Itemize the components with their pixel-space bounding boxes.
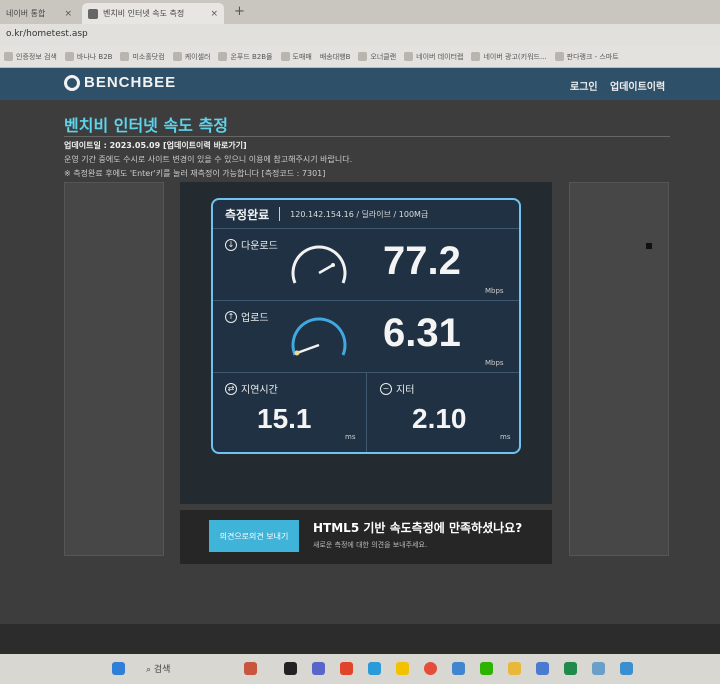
bookmark-item[interactable]: 네이버 광고(키워드... [471, 52, 547, 62]
app-icon[interactable] [620, 662, 633, 675]
feedback-section: 의견으로의견 보내기 HTML5 기반 속도측정에 만족하셨나요? 새로운 측정… [180, 510, 552, 564]
site-footer [0, 624, 720, 654]
bookmark-item[interactable]: 케이셀러 [172, 52, 210, 62]
benchbee-page: BENCHBEE 로그인 업데이트이력 벤치비 인터넷 속도 측정 업데이트일 … [0, 68, 720, 654]
download-value: 77.2 [383, 239, 461, 283]
right-ad-area [569, 182, 669, 556]
upload-gauge [291, 317, 347, 356]
tab-label: 네이버 통합 [6, 9, 46, 18]
tab-naver[interactable]: 네이버 통합 × [0, 3, 78, 24]
app-icon[interactable] [592, 662, 605, 675]
connection-info: 120.142.154.16 / 딜라이브 / 100M급 [290, 209, 429, 219]
kakaotalk-icon[interactable] [396, 662, 409, 675]
notes-icon[interactable] [536, 662, 549, 675]
windows-taskbar: ⌕ 검색 [0, 654, 720, 684]
naver-icon[interactable] [480, 662, 493, 675]
jitter-unit: ms [500, 433, 511, 441]
bookmark-icon [64, 52, 74, 61]
tip-text: ※ 측정완료 후에도 'Enter'키를 눌러 재측정이 가능합니다 [측정코드… [64, 169, 326, 178]
bookmark-icon [358, 52, 368, 61]
latency-label: ⇄ 지연시간 [225, 381, 278, 396]
new-tab-button[interactable]: + [234, 4, 245, 19]
bookmark-item[interactable]: 오너클랜 [358, 52, 396, 62]
bookmark-item[interactable]: 미소홀닷컴 [120, 52, 165, 62]
bookmark-item[interactable]: 바나나 B2B [64, 52, 112, 62]
result-header: 측정완료 120.142.154.16 / 딜라이브 / 100M급 [213, 200, 519, 228]
download-unit: Mbps [485, 287, 504, 295]
gauge-icon [64, 74, 80, 91]
upload-value: 6.31 [383, 311, 461, 355]
tab-label: 벤치비 인터넷 속도 측정 [103, 9, 185, 18]
upload-label: ↑ 업로드 [225, 309, 269, 324]
login-link[interactable]: 로그인 [570, 78, 598, 93]
wave-icon: ~ [380, 382, 392, 395]
jitter-label: ~ 지터 [380, 381, 414, 396]
bookmarks-bar: 인증정보 검색 바나나 B2B 미소홀닷컴 케이셀러 온푸드 B2B몰 도매매 … [0, 46, 720, 68]
bookmark-icon [172, 52, 182, 61]
swap-icon: ⇄ [225, 382, 237, 395]
update-date[interactable]: 업데이트일 : 2023.05.09 [업데이트이력 바로가기] [64, 140, 247, 151]
favicon-icon [88, 8, 98, 19]
upload-unit: Mbps [485, 359, 504, 367]
video-icon[interactable] [340, 662, 353, 675]
download-row: ↓ 다운로드 77.2 Mbps [213, 228, 519, 300]
latency-unit: ms [345, 433, 356, 441]
address-bar[interactable]: o.kr/hometest.asp [0, 24, 720, 46]
site-header: BENCHBEE 로그인 업데이트이력 [0, 68, 720, 100]
bookmark-icon [120, 52, 130, 61]
download-label: ↓ 다운로드 [225, 237, 278, 252]
chrome-icon[interactable] [424, 662, 437, 675]
ad-marker [646, 243, 652, 249]
latency-jitter-row: ⇄ 지연시간 15.1 ms ~ 지터 2.10 ms [213, 372, 519, 452]
update-history-link[interactable]: 업데이트이력 [610, 78, 665, 93]
start-icon[interactable] [112, 662, 125, 675]
feedback-title: HTML5 기반 속도측정에 만족하셨나요? [313, 521, 523, 535]
download-gauge [291, 245, 347, 284]
page-title: 벤치비 인터넷 속도 측정 [64, 116, 228, 135]
divider [64, 136, 670, 137]
edge-icon[interactable] [368, 662, 381, 675]
benchbee-logo[interactable]: BENCHBEE [64, 74, 176, 91]
bookmark-icon [471, 52, 481, 61]
bookmark-item[interactable]: 판다랭크 - 스마트 [554, 52, 619, 62]
bookmark-item[interactable]: 배송대행B [320, 52, 351, 62]
result-card: 측정완료 120.142.154.16 / 딜라이브 / 100M급 ↓ 다운로… [211, 198, 521, 454]
bookmark-icon [404, 52, 414, 61]
jitter-value: 2.10 [412, 403, 467, 434]
bookmark-item[interactable]: 네이버 데이터랩 [404, 52, 463, 62]
bookmark-icon [280, 52, 290, 61]
chart-app-icon[interactable] [564, 662, 577, 675]
url-text: o.kr/hometest.asp [6, 29, 88, 39]
bookmark-icon [218, 52, 228, 61]
download-icon: ↓ [225, 238, 237, 251]
bookmark-icon [4, 52, 13, 61]
bookmark-item[interactable]: 온푸드 B2B몰 [218, 52, 273, 62]
browser-tab-bar: 네이버 통합 × 벤치비 인터넷 속도 측정 × + [0, 0, 720, 24]
bookmark-icon [554, 52, 564, 61]
status-label: 측정완료 [225, 207, 270, 222]
close-icon[interactable]: × [210, 9, 218, 19]
left-ad-area [64, 182, 164, 556]
taskbar-search[interactable]: ⌕ 검색 [146, 662, 170, 675]
feedback-button[interactable]: 의견으로의견 보내기 [209, 520, 299, 552]
logo-text: BENCHBEE [84, 74, 177, 91]
bookmark-item[interactable]: 인증정보 검색 [4, 52, 57, 62]
widget-icon[interactable] [244, 662, 257, 675]
feedback-subtitle: 새로운 측정에 대한 의견을 보내주세요. [313, 541, 428, 549]
latency-box: ⇄ 지연시간 15.1 ms [213, 373, 367, 452]
chat-icon[interactable] [312, 662, 325, 675]
latency-value: 15.1 [257, 403, 312, 434]
task-view-icon[interactable] [284, 662, 297, 675]
tab-benchbee[interactable]: 벤치비 인터넷 속도 측정 × [82, 3, 224, 24]
bookmark-item[interactable]: 도매매 [280, 52, 312, 62]
upload-icon: ↑ [225, 310, 237, 323]
folder-icon[interactable] [508, 662, 521, 675]
close-icon[interactable]: × [64, 9, 72, 19]
speed-test-panel: 측정완료 120.142.154.16 / 딜라이브 / 100M급 ↓ 다운로… [180, 182, 552, 504]
divider [279, 207, 281, 221]
jitter-box: ~ 지터 2.10 ms [368, 373, 519, 452]
notice-text: 운영 기간 중에도 수시로 사이트 변경이 있을 수 있으니 이용에 참고해주시… [64, 155, 353, 164]
upload-row: ↑ 업로드 6.31 Mbps [213, 300, 519, 372]
mail-icon[interactable] [452, 662, 465, 675]
